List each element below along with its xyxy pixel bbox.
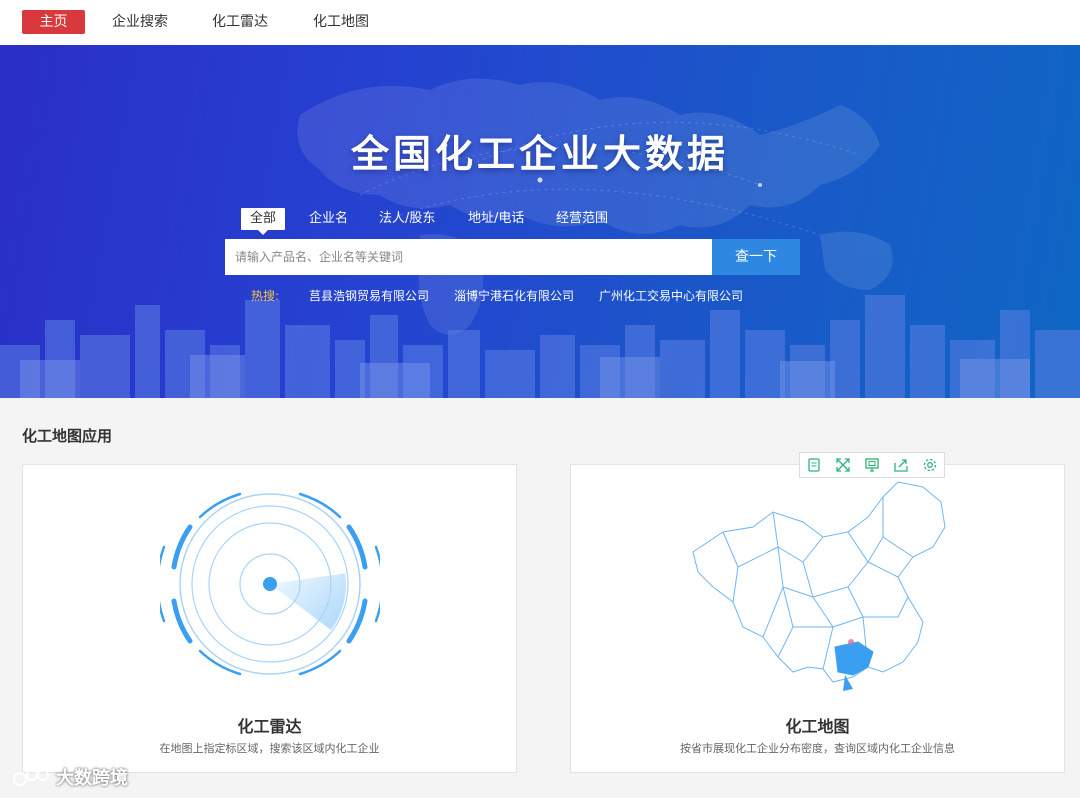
map-toolbar bbox=[799, 452, 945, 478]
chem-radar-card[interactable]: 化工雷达 在地图上指定标区域，搜索该区域内化工企业 bbox=[22, 464, 517, 773]
card-title: 化工地图 bbox=[785, 717, 850, 736]
nav-item-chem-map[interactable]: 化工地图 bbox=[313, 10, 369, 34]
hero-banner: 全国化工企业大数据 全部 企业名 法人/股东 地址/电话 经营范围 查一下 热搜… bbox=[0, 45, 1080, 398]
watermark: 大数跨境 bbox=[12, 764, 128, 790]
watermark-text: 大数跨境 bbox=[56, 768, 128, 789]
watermark-logo-icon bbox=[13, 769, 49, 786]
zoom-icon[interactable] bbox=[829, 453, 858, 477]
nav-item-chem-radar[interactable]: 化工雷达 bbox=[212, 10, 268, 34]
settings-icon[interactable] bbox=[915, 453, 944, 477]
search-tab-address-phone[interactable]: 地址/电话 bbox=[468, 208, 524, 230]
hot-search-label: 热搜: bbox=[251, 289, 280, 303]
hot-search-link[interactable]: 淄博宁港石化有限公司 bbox=[454, 287, 574, 304]
radar-icon bbox=[160, 492, 380, 676]
search-button[interactable]: 查一下 bbox=[712, 239, 800, 275]
search-tab-business-scope[interactable]: 经营范围 bbox=[556, 208, 608, 230]
hot-search-link[interactable]: 莒县浩钢贸易有限公司 bbox=[309, 287, 429, 304]
data-view-icon[interactable] bbox=[800, 453, 829, 477]
restore-icon[interactable] bbox=[858, 453, 887, 477]
search-tab-company-name[interactable]: 企业名 bbox=[309, 208, 348, 230]
card-description: 按省市展现化工企业分布密度，查询区域内化工企业信息 bbox=[680, 742, 955, 755]
chem-map-card[interactable]: 化工地图 按省市展现化工企业分布密度，查询区域内化工企业信息 bbox=[570, 464, 1065, 773]
china-map-icon bbox=[692, 481, 946, 691]
card-description: 在地图上指定标区域，搜索该区域内化工企业 bbox=[159, 742, 380, 755]
hero-title: 全国化工企业大数据 bbox=[350, 132, 729, 176]
search-tab-all[interactable]: 全部 bbox=[241, 208, 285, 235]
section-title: 化工地图应用 bbox=[22, 427, 113, 445]
nav-item-company-search[interactable]: 企业搜索 bbox=[112, 10, 168, 34]
top-navigation: 主页 企业搜索 化工雷达 化工地图 bbox=[0, 0, 1080, 45]
hot-search-link[interactable]: 广州化工交易中心有限公司 bbox=[599, 287, 743, 304]
hero-background-illustration bbox=[0, 78, 1080, 398]
search-tab-legal-person[interactable]: 法人/股东 bbox=[379, 208, 435, 230]
export-icon[interactable] bbox=[886, 453, 915, 477]
search-input[interactable] bbox=[225, 239, 712, 275]
nav-item-home[interactable]: 主页 bbox=[22, 10, 85, 34]
card-title: 化工雷达 bbox=[237, 717, 302, 736]
